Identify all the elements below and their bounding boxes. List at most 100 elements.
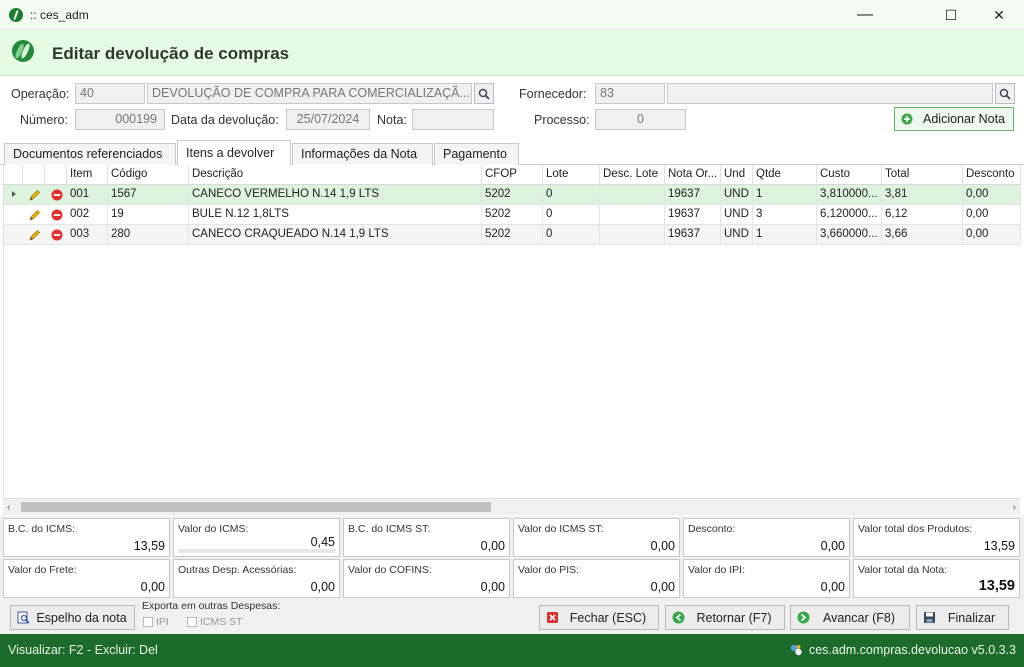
avancar-button[interactable]: Avancar (F8) xyxy=(790,605,910,630)
valor-frete-value: 0,00 xyxy=(140,580,165,594)
cell-nota-origem: 19637 xyxy=(665,185,721,205)
page-title: Editar devolução de compras xyxy=(52,44,290,63)
cell-und: UND xyxy=(721,205,753,225)
valor-pis-label: Valor do PIS: xyxy=(518,564,580,576)
table-row[interactable]: 003 280 CANECO CRAQUEADO N.14 1,9 LTS 52… xyxy=(4,225,1021,245)
tab-documentos-referenciados[interactable]: Documentos referenciados xyxy=(4,143,176,165)
bc-icms-st-value: 0,00 xyxy=(480,539,505,553)
cell-desc-lote xyxy=(600,225,665,245)
cell-cfop: 5202 xyxy=(482,185,543,205)
edit-pencil-icon[interactable] xyxy=(26,187,42,203)
grid-edit-col xyxy=(23,165,45,185)
grid-indicator-col xyxy=(4,165,23,185)
espelho-nota-button[interactable]: Espelho da nota xyxy=(10,605,135,630)
column-header-desconto[interactable]: Desconto xyxy=(963,165,1021,185)
cell-desc-lote xyxy=(600,185,665,205)
grid-horizontal-scrollbar[interactable]: ‹ › xyxy=(3,498,1020,515)
operacao-search-icon[interactable] xyxy=(474,83,494,104)
tab-informacoes-da-nota[interactable]: Informações da Nota xyxy=(292,143,433,165)
valor-produtos-value: 13,59 xyxy=(983,539,1015,553)
fornecedor-search-icon[interactable] xyxy=(995,83,1015,104)
column-header-nota-origem[interactable]: Nota Or... xyxy=(665,165,721,185)
valor-nota-label: Valor total da Nota: xyxy=(858,564,948,576)
column-header-qtde[interactable]: Qtde xyxy=(753,165,817,185)
cell-custo: 3,660000... xyxy=(817,225,882,245)
cell-qtde: 1 xyxy=(753,225,817,245)
cell-desconto: 0,00 xyxy=(963,205,1021,225)
cell-nota-origem: 19637 xyxy=(665,225,721,245)
column-header-descricao[interactable]: Descrição xyxy=(189,165,482,185)
maximize-button[interactable]: ☐ xyxy=(928,0,974,30)
scroll-right-arrow-icon[interactable]: › xyxy=(1013,502,1016,513)
processo-label: Processo: xyxy=(534,113,590,127)
column-header-item[interactable]: Item xyxy=(67,165,108,185)
outras-desp-label: Outras Desp. Acessórias: xyxy=(178,564,297,576)
numero-field[interactable]: 000199 xyxy=(75,109,165,130)
valor-icms-st-label: Valor do ICMS ST: xyxy=(518,523,604,535)
cell-qtde: 3 xyxy=(753,205,817,225)
grid-header: Item Código Descrição CFOP Lote Desc. Lo… xyxy=(4,165,1021,185)
valor-produtos-box: Valor total dos Produtos: 13,59 xyxy=(853,518,1020,557)
delete-row-icon[interactable] xyxy=(49,187,65,203)
valor-frete-label: Valor do Frete: xyxy=(8,564,77,576)
icms-st-checkbox-box[interactable] xyxy=(187,617,197,627)
operacao-code-field[interactable]: 40 xyxy=(75,83,145,104)
valor-cofins-box: Valor do COFINS: 0,00 xyxy=(343,559,510,598)
nota-field[interactable] xyxy=(412,109,494,130)
cell-desconto: 0,00 xyxy=(963,225,1021,245)
desconto-box: Desconto: 0,00 xyxy=(683,518,850,557)
retornar-button[interactable]: Retornar (F7) xyxy=(665,605,785,630)
close-button[interactable]: ✕ xyxy=(976,0,1022,30)
table-row[interactable]: 002 19 BULE N.12 1,8LTS 5202 0 19637 UND… xyxy=(4,205,1021,225)
column-header-custo[interactable]: Custo xyxy=(817,165,882,185)
ipi-checkbox-label: IPI xyxy=(156,616,169,628)
column-header-desc-lote[interactable]: Desc. Lote xyxy=(600,165,665,185)
exporta-despesas-label: Exporta em outras Despesas: xyxy=(142,600,281,612)
tab-pagamento[interactable]: Pagamento xyxy=(434,143,519,165)
operacao-desc-field[interactable]: DEVOLUÇÃO DE COMPRA PARA COMERCIALIZAÇÃ.… xyxy=(147,83,472,104)
icms-st-checkbox[interactable]: ICMS ST xyxy=(187,616,243,628)
delete-row-icon[interactable] xyxy=(49,207,65,223)
fornecedor-label: Fornecedor: xyxy=(519,87,587,101)
fechar-label: Fechar (ESC) xyxy=(569,610,647,625)
delete-row-icon[interactable] xyxy=(49,227,65,243)
nota-label: Nota: xyxy=(377,113,407,127)
add-nota-button[interactable]: Adicionar Nota xyxy=(894,107,1014,131)
icms-st-checkbox-label: ICMS ST xyxy=(200,616,243,628)
fornecedor-code-field[interactable]: 83 xyxy=(595,83,665,104)
column-header-cfop[interactable]: CFOP xyxy=(482,165,543,185)
minimize-button[interactable]: — xyxy=(842,0,888,30)
cell-und: UND xyxy=(721,185,753,205)
cell-cfop: 5202 xyxy=(482,225,543,245)
cell-custo: 3,810000... xyxy=(817,185,882,205)
table-row[interactable]: 001 1567 CANECO VERMELHO N.14 1,9 LTS 52… xyxy=(4,185,1021,205)
ipi-checkbox-box[interactable] xyxy=(143,617,153,627)
column-header-lote[interactable]: Lote xyxy=(543,165,600,185)
column-header-codigo[interactable]: Código xyxy=(108,165,189,185)
cell-lote: 0 xyxy=(543,205,600,225)
column-header-total[interactable]: Total xyxy=(882,165,963,185)
ipi-checkbox[interactable]: IPI xyxy=(143,616,169,628)
add-icon xyxy=(901,113,913,125)
valor-pis-box: Valor do PIS: 0,00 xyxy=(513,559,680,598)
valor-ipi-box: Valor do IPI: 0,00 xyxy=(683,559,850,598)
bc-icms-box: B.C. do ICMS: 13,59 xyxy=(3,518,170,557)
cell-codigo: 1567 xyxy=(108,185,189,205)
fornecedor-name-field[interactable] xyxy=(667,83,993,104)
cell-lote: 0 xyxy=(543,185,600,205)
column-header-und[interactable]: Und xyxy=(721,165,753,185)
fechar-button[interactable]: Fechar (ESC) xyxy=(539,605,659,630)
tab-itens-a-devolver[interactable]: Itens a devolver xyxy=(177,140,291,166)
edit-pencil-icon[interactable] xyxy=(26,227,42,243)
cell-total: 3,66 xyxy=(882,225,963,245)
data-devolucao-field[interactable]: 25/07/2024 xyxy=(286,109,370,130)
scroll-left-arrow-icon[interactable]: ‹ xyxy=(7,502,10,513)
numero-label: Número: xyxy=(20,113,68,127)
cell-item: 003 xyxy=(67,225,108,245)
edit-pencil-icon[interactable] xyxy=(26,207,42,223)
finalizar-button[interactable]: Finalizar xyxy=(916,605,1009,630)
bc-icms-st-label: B.C. do ICMS ST: xyxy=(348,523,431,535)
cell-custo: 6,120000... xyxy=(817,205,882,225)
scrollbar-thumb[interactable] xyxy=(21,502,491,512)
processo-field[interactable]: 0 xyxy=(595,109,686,130)
